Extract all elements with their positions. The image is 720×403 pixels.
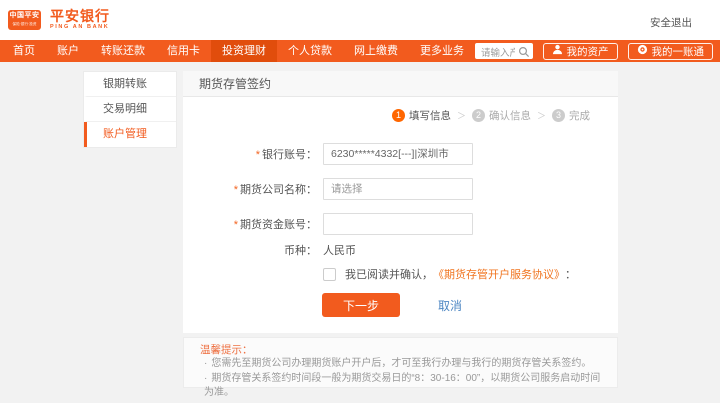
nav-item-transfer[interactable]: 转账还款 <box>90 40 156 62</box>
user-icon <box>552 44 563 58</box>
futures-company-row: *期货公司名称： 请选择 <box>183 178 473 200</box>
futures-company-select[interactable]: 请选择 <box>323 178 473 200</box>
agreement-text: 我已阅读并确认， <box>345 266 433 282</box>
agreement-link[interactable]: 《期货存管开户服务协议》 <box>433 266 565 282</box>
required-mark: * <box>256 149 260 161</box>
bank-name-cn: 平安银行 <box>50 9 110 24</box>
cancel-link[interactable]: 取消 <box>438 297 462 314</box>
tip-item: ·期货存管关系签约时间段一般为期货交易日的“8：30-16：00”，以期货公司服… <box>200 372 601 401</box>
page: 中国平安 保险·银行·投资 平安银行 PING AN BANK 安全退出 首页 … <box>0 0 720 403</box>
header: 中国平安 保险·银行·投资 平安银行 PING AN BANK 安全退出 <box>0 0 720 40</box>
bank-name-en: PING AN BANK <box>50 24 110 31</box>
step-separator-icon: ＞ <box>457 109 466 122</box>
main-nav: 首页 账户 转账还款 信用卡 投资理财 个人贷款 网上缴费 更多业务 我的资产 … <box>0 40 720 62</box>
nav-item-payments[interactable]: 网上缴费 <box>343 40 409 62</box>
sidebar-item-transaction-details[interactable]: 交易明细 <box>84 97 176 122</box>
tip-text: 期货存管关系签约时间段一般为期货交易日的“8：30-16：00”，以期货公司服务… <box>204 373 600 399</box>
sidebar-item-account-management[interactable]: 账户管理 <box>84 122 176 147</box>
nav-item-credit-card[interactable]: 信用卡 <box>156 40 211 62</box>
next-step-button[interactable]: 下一步 <box>322 293 400 317</box>
nav-item-home[interactable]: 首页 <box>2 40 46 62</box>
bullet-icon: · <box>204 358 207 369</box>
step-2-circle: 2 <box>472 109 485 122</box>
nav-item-investment[interactable]: 投资理财 <box>211 40 277 62</box>
my-assets-label: 我的资产 <box>567 44 609 59</box>
step-1-circle: 1 <box>392 109 405 122</box>
logout-link[interactable]: 安全退出 <box>650 15 692 30</box>
main-panel: 期货存管签约 1 填写信息 ＞ 2 确认信息 ＞ 3 完成 *银行账号： 623… <box>183 71 618 333</box>
currency-value: 人民币 <box>323 242 356 258</box>
agreement-row: 我已阅读并确认， 《期货存管开户服务协议》 ： <box>323 266 576 282</box>
logo-badge-subtext: 保险·银行·投资 <box>10 21 40 26</box>
step-fill-info: 1 填写信息 <box>392 108 451 123</box>
tips-title: 温馨提示： <box>200 343 601 357</box>
sidebar-item-bank-futures-transfer[interactable]: 银期转账 <box>84 72 176 97</box>
my-account-button[interactable]: 我的一账通 <box>628 43 714 60</box>
step-3-label: 完成 <box>569 108 590 123</box>
search-box <box>475 43 533 59</box>
step-2-label: 确认信息 <box>489 108 531 123</box>
nav-item-loans[interactable]: 个人贷款 <box>277 40 343 62</box>
futures-account-input[interactable] <box>323 213 473 235</box>
nav-item-accounts[interactable]: 账户 <box>46 40 90 62</box>
step-confirm-info: 2 确认信息 <box>472 108 531 123</box>
agreement-suffix: ： <box>565 266 576 282</box>
bank-name: 平安银行 PING AN BANK <box>50 9 110 31</box>
tip-text: 您需先至期货公司办理期货账户开户后，才可至我行办理与我行的期货存管关系签约。 <box>211 358 591 369</box>
step-done: 3 完成 <box>552 108 590 123</box>
bank-account-label: *银行账号： <box>183 146 317 162</box>
currency-row: 币种： 人民币 <box>183 242 356 258</box>
bullet-icon: · <box>204 373 207 384</box>
step-3-circle: 3 <box>552 109 565 122</box>
step-separator-icon: ＞ <box>537 109 546 122</box>
required-mark: * <box>234 184 238 196</box>
my-account-label: 我的一账通 <box>652 44 705 59</box>
my-assets-button[interactable]: 我的资产 <box>543 43 618 60</box>
tip-item: · 您需先至期货公司办理期货账户开户后，才可至我行办理与我行的期货存管关系签约。 <box>200 357 601 372</box>
bank-account-select[interactable]: 6230*****4332[---]|深圳市 <box>323 143 473 165</box>
safe-icon <box>637 44 648 58</box>
nav-item-more[interactable]: 更多业务 <box>409 40 475 62</box>
logo-badge-text: 中国平安 <box>8 10 41 21</box>
bank-account-row: *银行账号： 6230*****4332[---]|深圳市 <box>183 143 473 165</box>
panel-title: 期货存管签约 <box>183 71 618 97</box>
pingan-logo-badge: 中国平安 保险·银行·投资 <box>8 10 41 30</box>
currency-label: 币种： <box>183 242 317 258</box>
step-1-label: 填写信息 <box>409 108 451 123</box>
search-icon[interactable] <box>518 45 530 63</box>
tips-panel: 温馨提示： · 您需先至期货公司办理期货账户开户后，才可至我行办理与我行的期货存管… <box>183 337 618 388</box>
agreement-checkbox[interactable] <box>323 268 336 281</box>
futures-account-label: *期货资金账号： <box>183 216 317 232</box>
step-indicator: 1 填写信息 ＞ 2 确认信息 ＞ 3 完成 <box>392 108 590 123</box>
futures-company-label: *期货公司名称： <box>183 181 317 197</box>
sidebar: 银期转账 交易明细 账户管理 <box>83 71 177 148</box>
required-mark: * <box>234 219 238 231</box>
pingan-logo[interactable]: 中国平安 保险·银行·投资 平安银行 PING AN BANK <box>8 9 110 31</box>
futures-account-row: *期货资金账号： <box>183 213 473 235</box>
form-actions: 下一步 取消 <box>322 293 462 317</box>
